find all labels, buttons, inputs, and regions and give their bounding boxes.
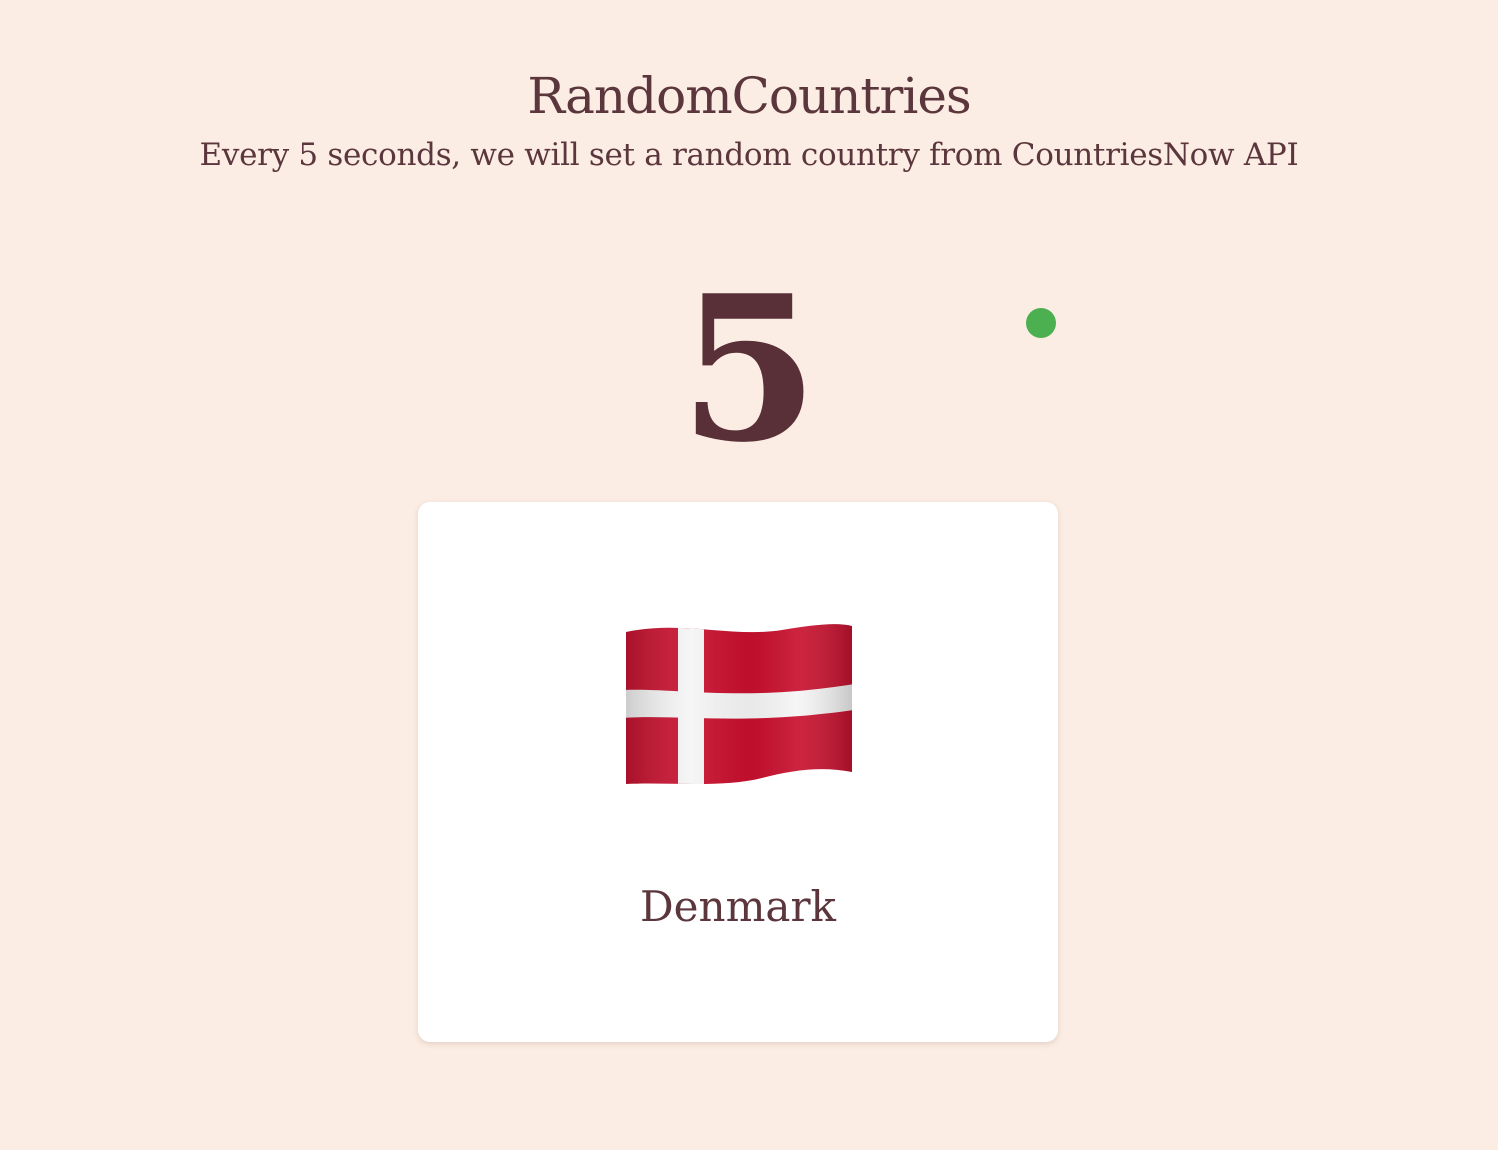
status-indicator-dot	[1026, 308, 1056, 338]
denmark-flag-icon	[626, 624, 852, 784]
countdown-timer: 5	[679, 252, 819, 487]
page-title: RandomCountries	[527, 66, 971, 125]
page-subtitle: Every 5 seconds, we will set a random co…	[199, 137, 1299, 173]
country-card: Denmark	[418, 502, 1058, 1042]
country-name: Denmark	[640, 882, 836, 931]
